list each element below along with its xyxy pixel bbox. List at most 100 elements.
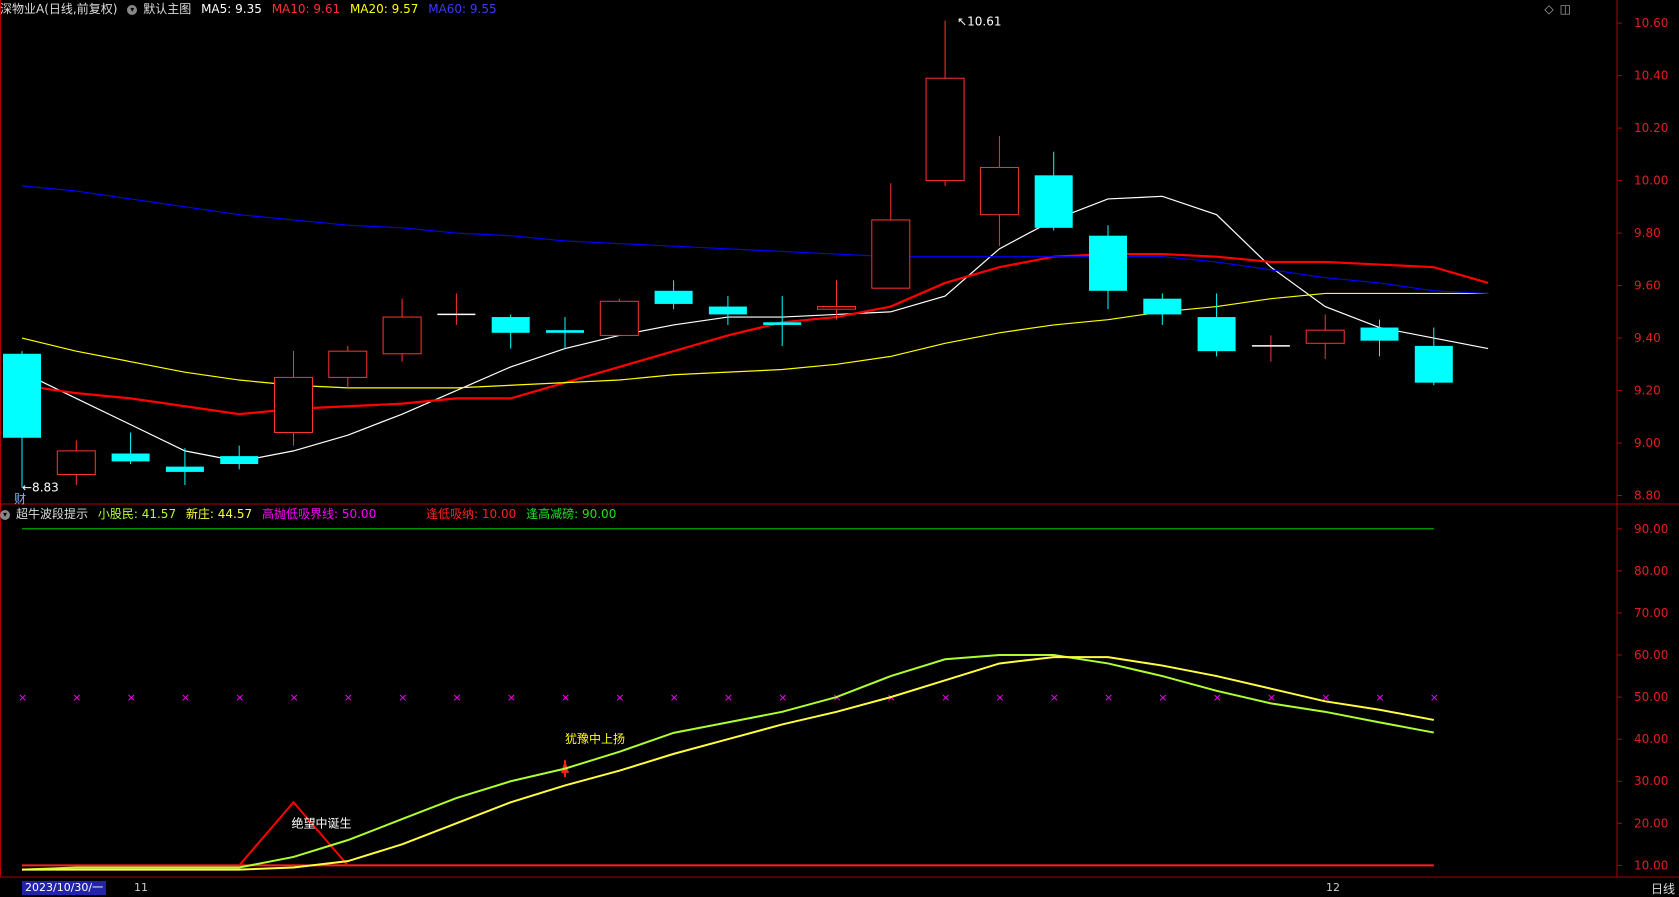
low-price-label: ←8.83 — [22, 481, 59, 495]
small-investor-line — [21, 654, 1434, 871]
candle-body-down — [1034, 175, 1073, 228]
bound-marker: × — [452, 691, 461, 704]
price-tick-label: 9.80 — [1634, 226, 1661, 240]
candle-body-down — [1089, 235, 1127, 291]
candle-body-up — [274, 376, 313, 434]
high-price-label: ↖10.61 — [957, 14, 1001, 28]
bound-marker: × — [724, 691, 733, 704]
indicator-tick-label: 30.00 — [1634, 774, 1668, 788]
period-tab[interactable]: 日线 — [1651, 880, 1675, 897]
month-label-11: 11 — [134, 881, 148, 894]
ma-line-ma10 — [21, 252, 1489, 416]
price-tick-label: 10.00 — [1634, 174, 1668, 188]
bound-marker: × — [507, 691, 516, 704]
candle-body-down — [1360, 327, 1399, 341]
bound-marker: × — [615, 691, 624, 704]
indicator-name[interactable]: 超牛波段提示 — [16, 507, 88, 521]
ma-line-ma60 — [21, 185, 1489, 295]
ma60-legend: MA60: 9.55 — [428, 2, 497, 16]
annotation-hesitation: 犹豫中上扬 — [565, 731, 625, 746]
date-cursor-label: 2023/10/30/一 — [22, 881, 107, 895]
candle-body-up — [925, 77, 965, 182]
new-legend: 新庄: 44.57 — [185, 507, 253, 521]
candle-body-down — [1414, 345, 1453, 383]
stock-name: 深物业A(日线,前复权) — [0, 2, 118, 16]
indicator-tick-label: 50.00 — [1634, 690, 1668, 704]
candle-body-down — [708, 306, 747, 315]
bound-marker: × — [18, 691, 27, 704]
bound-marker: × — [1050, 691, 1059, 704]
bound-marker: × — [1376, 691, 1385, 704]
candle-body-down — [763, 322, 802, 325]
candle-body-up — [599, 300, 639, 336]
low-legend: 逢低吸纳: 10.00 — [426, 507, 517, 521]
ma5-legend: MA5: 9.35 — [201, 2, 262, 16]
main-chart-name[interactable]: 默认主图 — [143, 2, 191, 16]
price-tick-label: 9.40 — [1634, 331, 1661, 345]
indicator-header: ▾ 超牛波段提示 小股民: 41.57 新庄: 44.57 高抛低吸界线: 50.… — [0, 506, 622, 522]
indicator-tick-label: 40.00 — [1634, 732, 1668, 746]
candle-body-down — [654, 290, 693, 304]
bound-marker: × — [72, 691, 81, 704]
bound-marker: × — [127, 691, 136, 704]
candle-body-down — [546, 330, 584, 333]
bound-marker: × — [561, 691, 570, 704]
bound-marker: × — [670, 691, 679, 704]
price-tick-label: 9.00 — [1634, 436, 1661, 450]
finance-marker[interactable]: 财 — [14, 490, 26, 507]
candle-body-down — [1143, 298, 1182, 315]
candle-body-up — [1305, 329, 1345, 344]
bound-marker: × — [1104, 691, 1113, 704]
small-legend: 小股民: 41.57 — [97, 507, 177, 521]
candle-body-up — [979, 166, 1019, 216]
candle-body-down — [111, 453, 150, 462]
candle-body-down — [220, 456, 259, 465]
bound-marker: × — [290, 691, 299, 704]
indicator-tick-label: 20.00 — [1634, 816, 1668, 830]
indicator-menu-icon[interactable]: ▾ — [0, 509, 10, 520]
indicator-tick-label: 10.00 — [1634, 858, 1668, 872]
price-tick-label: 9.60 — [1634, 279, 1661, 293]
panel-toggle-icon[interactable]: ◫ — [1560, 2, 1571, 16]
window-controls: ◇ ◫ — [1538, 2, 1571, 16]
price-tick-label: 10.60 — [1634, 16, 1668, 30]
new-dealer-line — [22, 656, 1434, 871]
indicator-tick-label: 70.00 — [1634, 606, 1668, 620]
indicator-tick-label: 90.00 — [1634, 522, 1668, 536]
bound-marker: × — [778, 691, 787, 704]
indicator-tick-label: 60.00 — [1634, 648, 1668, 662]
price-tick-label: 10.40 — [1634, 69, 1668, 83]
indicator-tick-label: 80.00 — [1634, 564, 1668, 578]
candle-body-down — [1197, 317, 1236, 352]
diamond-icon[interactable]: ◇ — [1544, 2, 1553, 16]
annotation-despair: 绝望中诞生 — [292, 815, 352, 830]
bound-marker: × — [1158, 691, 1167, 704]
candle-body-up — [817, 306, 856, 310]
bound-marker: × — [995, 691, 1004, 704]
ma20-legend: MA20: 9.57 — [349, 2, 419, 16]
bound-marker: × — [941, 691, 950, 704]
price-tick-label: 10.20 — [1634, 121, 1668, 135]
bound-marker: × — [1213, 691, 1222, 704]
candle-body-down — [3, 353, 41, 438]
ma-line-ma20 — [21, 292, 1489, 389]
candle-body-up — [382, 316, 422, 355]
candle-body-down — [165, 466, 204, 472]
chart-canvas[interactable]: 10.60 10.40 10.20 10.00 9.80 9.60 9.40 9.20 9.00… — [0, 0, 1679, 897]
bound-marker: × — [1430, 691, 1439, 704]
bound-legend: 高抛低吸界线: 50.00 — [261, 507, 377, 521]
main-chart-header: 深物业A(日线,前复权) ▾ 默认主图 MA5: 9.35 MA10: 9.61 … — [0, 1, 503, 17]
month-label-12: 12 — [1326, 881, 1340, 894]
ma10-legend: MA10: 9.61 — [271, 2, 341, 16]
high-legend: 逢高减磅: 90.00 — [526, 507, 617, 521]
candle-body-down — [491, 317, 530, 333]
bound-marker: × — [398, 691, 407, 704]
bound-marker: × — [235, 691, 244, 704]
candle-body-up — [56, 450, 96, 476]
main-chart-menu-icon[interactable]: ▾ — [127, 4, 138, 15]
bound-marker: × — [344, 691, 353, 704]
candle-body-up — [871, 219, 911, 289]
bound-marker: × — [181, 691, 190, 704]
signal-spike — [238, 800, 349, 867]
price-tick-label: 9.20 — [1634, 384, 1661, 398]
